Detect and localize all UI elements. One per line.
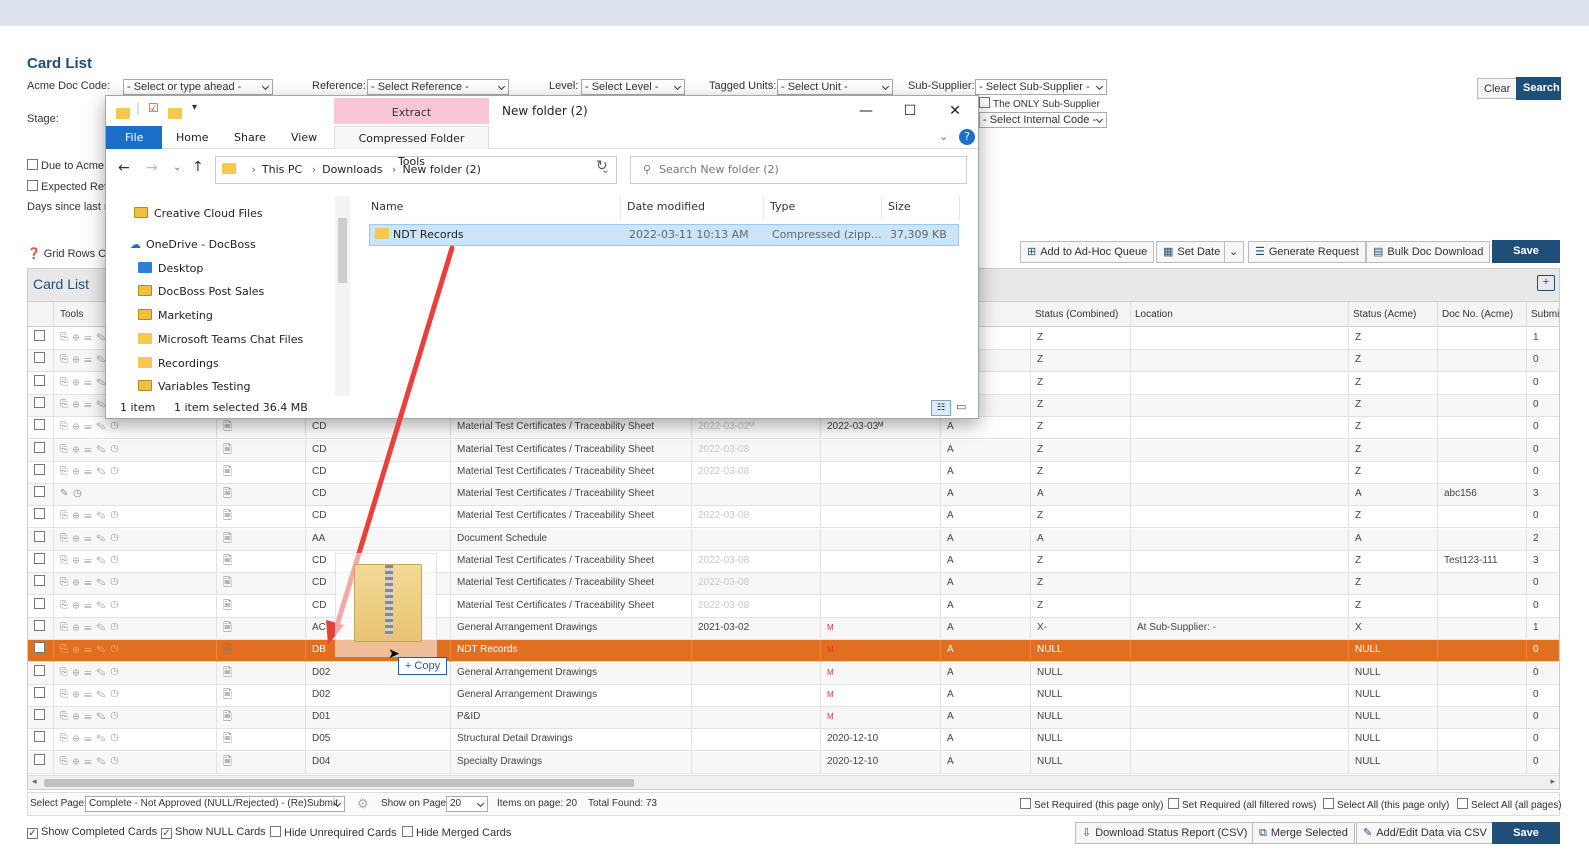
copy-tooltip: + Copy [398, 657, 447, 675]
drag-ghost [335, 553, 437, 657]
zip-folder-icon [354, 564, 422, 642]
drag-arrow [326, 245, 455, 645]
